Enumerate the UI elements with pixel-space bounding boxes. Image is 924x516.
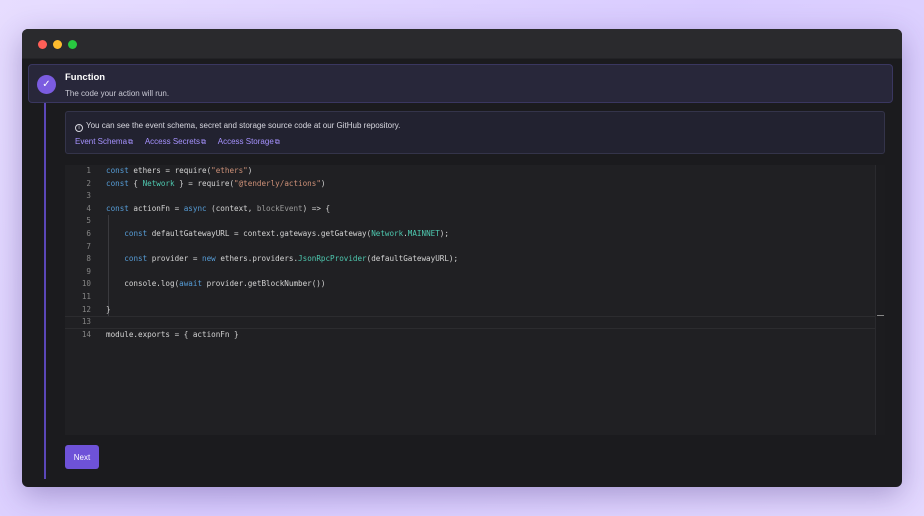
code-editor[interactable]: 1 const ethers = require("ethers") 2 const… [65,165,885,435]
access-storage-link[interactable]: Access Storage⧉ [218,137,280,146]
line-number: 14 [81,329,91,339]
info-text: You can see the event schema, secret and… [86,121,401,130]
current-line-highlight [65,316,875,329]
code-text: const ethers = require("ethers") [106,166,253,175]
line-number: 4 [86,203,91,213]
line-number: 5 [86,216,91,226]
line-number: 9 [86,266,91,276]
line-number: 10 [81,279,91,289]
line-number: 13 [81,317,91,327]
external-link-icon: ⧉ [128,139,134,146]
access-storage-label: Access Storage [217,137,274,146]
step-rail [44,103,46,479]
step-subtitle: The code your action will run. [65,89,170,98]
external-link-icon: ⧉ [200,139,206,146]
editor-scrollbar[interactable] [875,165,885,435]
code-text: const defaultGatewayURL = context.gatewa… [124,229,449,238]
minimize-window-button[interactable] [53,40,62,49]
code-text: const provider = new ethers.providers.Js… [124,254,459,264]
app-window: ✓ Function The code your action will run… [22,29,902,487]
code-text: } [106,304,111,314]
event-schema-label: Event Schema [75,137,128,146]
check-icon: ✓ [37,75,56,94]
code-text: module.exports = { actionFn } [106,329,239,339]
info-message: i You can see the event schema, secret an… [75,121,400,132]
line-number: 2 [86,178,91,188]
title-bar [22,29,902,59]
line-number: 11 [81,292,91,301]
line-number: 1 [86,166,91,175]
info-icon: i [75,124,83,132]
line-number: 3 [86,191,91,201]
next-button[interactable]: Next [65,445,99,469]
line-number: 7 [86,241,91,251]
line-number: 12 [81,304,91,314]
step-header-function[interactable]: ✓ Function The code your action will run… [28,64,893,103]
access-secrets-label: Access Secrets [144,137,200,146]
code-text: const { Network } = require("@tenderly/a… [106,178,326,188]
info-links: Event Schema⧉ Access Secrets⧉ Access Sto… [75,137,290,147]
code-text: console.log(await provider.getBlockNumbe… [106,279,326,289]
maximize-window-button[interactable] [68,40,77,49]
info-banner: i You can see the event schema, secret an… [65,111,885,154]
step-title: Function [65,72,106,83]
close-window-button[interactable] [38,40,47,49]
line-number: 8 [86,254,91,264]
code-text: const actionFn = async (context, blockEv… [106,203,331,213]
access-secrets-link[interactable]: Access Secrets⧉ [145,137,206,146]
line-number: 6 [86,229,91,238]
scrollbar-cursor-marker [877,315,884,316]
event-schema-link[interactable]: Event Schema⧉ [75,137,133,146]
external-link-icon: ⧉ [274,139,280,146]
